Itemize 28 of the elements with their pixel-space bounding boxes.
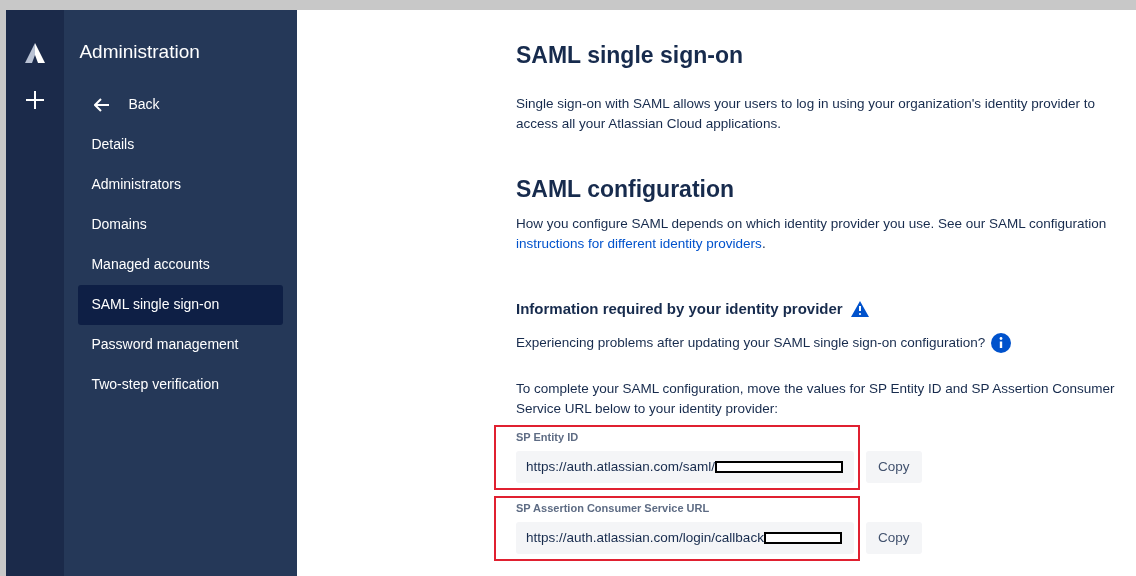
warning-icon <box>850 301 869 318</box>
sidebar-item[interactable]: SAML single sign-on <box>78 284 283 325</box>
sidebar-item[interactable]: Details <box>78 124 283 165</box>
plus-icon[interactable] <box>25 90 46 110</box>
sidebar-item[interactable]: Domains <box>78 204 283 245</box>
config-text: How you configure SAML depends on which identity provider you use. See our SAML configuration instructions for different identity providers. <box>516 215 1108 253</box>
sidebar-item[interactable]: Managed accounts <box>78 244 283 285</box>
instructions-link[interactable]: instructions for different identity providers <box>516 236 762 251</box>
subsection-title: Information required by your identity provider <box>516 299 843 319</box>
sidebar-title: Administration <box>79 40 201 64</box>
help-text: Experiencing problems after updating your SAML single sign-on configuration? <box>516 333 986 352</box>
field-label: SP Entity ID <box>516 429 580 445</box>
intro-text: Single sign-on with SAML allows your users to log in using your organization's identity provider to access all your Atlassian Cloud applications. <box>516 95 1097 133</box>
instructions-text: To complete your SAML configuration, move the values for SP Entity ID and SP Assertion Consumer Service URL below to your identity provider: <box>516 379 1116 418</box>
back-arrow-icon <box>94 97 111 112</box>
section-title: SAML configuration <box>516 175 736 204</box>
sidebar-item[interactable]: Administrators <box>78 164 283 205</box>
page-title: SAML single sign-on <box>516 41 745 70</box>
info-icon[interactable] <box>991 332 1012 353</box>
input-field[interactable]: https://auth.atlassian.com/login/callback <box>516 521 854 554</box>
sidebar-item[interactable]: Two-step verification <box>78 364 283 405</box>
logo-icon[interactable] <box>24 42 47 64</box>
back-link[interactable]: Back <box>94 92 160 117</box>
copy-button[interactable]: Copy <box>866 450 922 483</box>
input-field[interactable]: https://auth.atlassian.com/saml/ <box>516 450 854 483</box>
field-label: SP Assertion Consumer Service URL <box>516 500 711 516</box>
copy-button[interactable]: Copy <box>866 521 922 554</box>
sidebar-item[interactable]: Password management <box>78 324 283 365</box>
